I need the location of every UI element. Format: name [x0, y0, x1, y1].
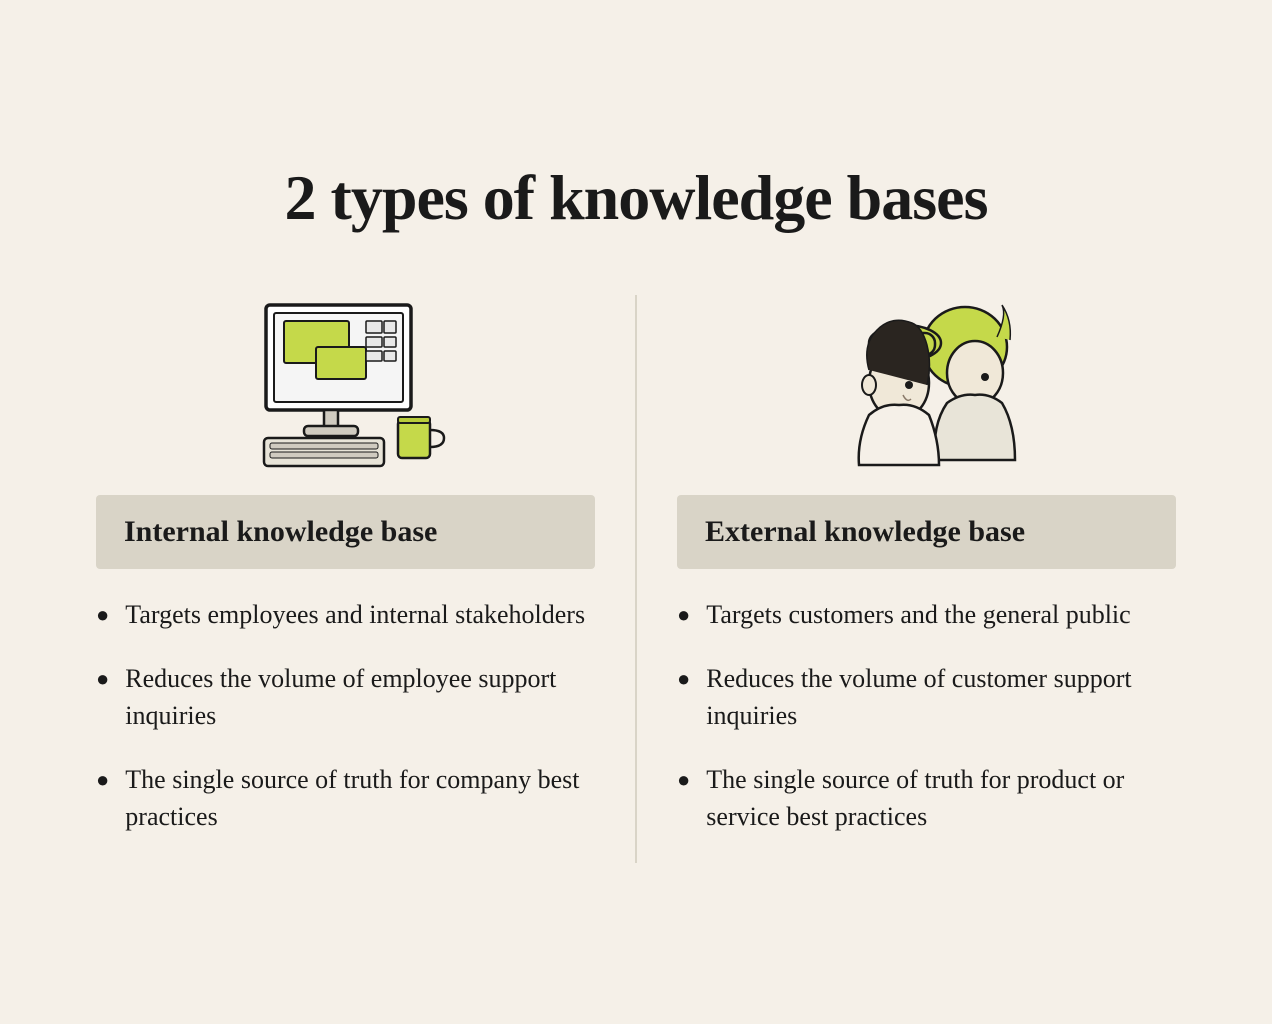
internal-icon-area	[96, 275, 595, 475]
internal-column: Internal knowledge base Targets employee…	[96, 275, 595, 863]
external-header-text: External knowledge base	[705, 515, 1025, 548]
internal-bullet-2: Reduces the volume of employee support i…	[96, 661, 595, 734]
computer-icon	[246, 295, 446, 475]
page-title: 2 types of knowledge bases	[96, 161, 1176, 235]
people-icon	[827, 295, 1027, 475]
external-icon-area	[677, 275, 1176, 475]
page-container: 2 types of knowledge bases	[36, 121, 1236, 903]
internal-header-box: Internal knowledge base	[96, 495, 595, 569]
external-bullet-1: Targets customers and the general public	[677, 597, 1176, 633]
internal-bullet-1: Targets employees and internal stakehold…	[96, 597, 595, 633]
external-bullet-3: The single source of truth for product o…	[677, 762, 1176, 835]
columns-container: Internal knowledge base Targets employee…	[96, 275, 1176, 863]
internal-bullet-3: The single source of truth for company b…	[96, 762, 595, 835]
external-bullet-2: Reduces the volume of customer support i…	[677, 661, 1176, 734]
external-bullet-list: Targets customers and the general public…	[677, 597, 1176, 835]
external-header-box: External knowledge base	[677, 495, 1176, 569]
internal-bullet-list: Targets employees and internal stakehold…	[96, 597, 595, 835]
column-divider	[635, 295, 637, 863]
internal-header-text: Internal knowledge base	[124, 515, 437, 548]
external-column: External knowledge base Targets customer…	[677, 275, 1176, 863]
